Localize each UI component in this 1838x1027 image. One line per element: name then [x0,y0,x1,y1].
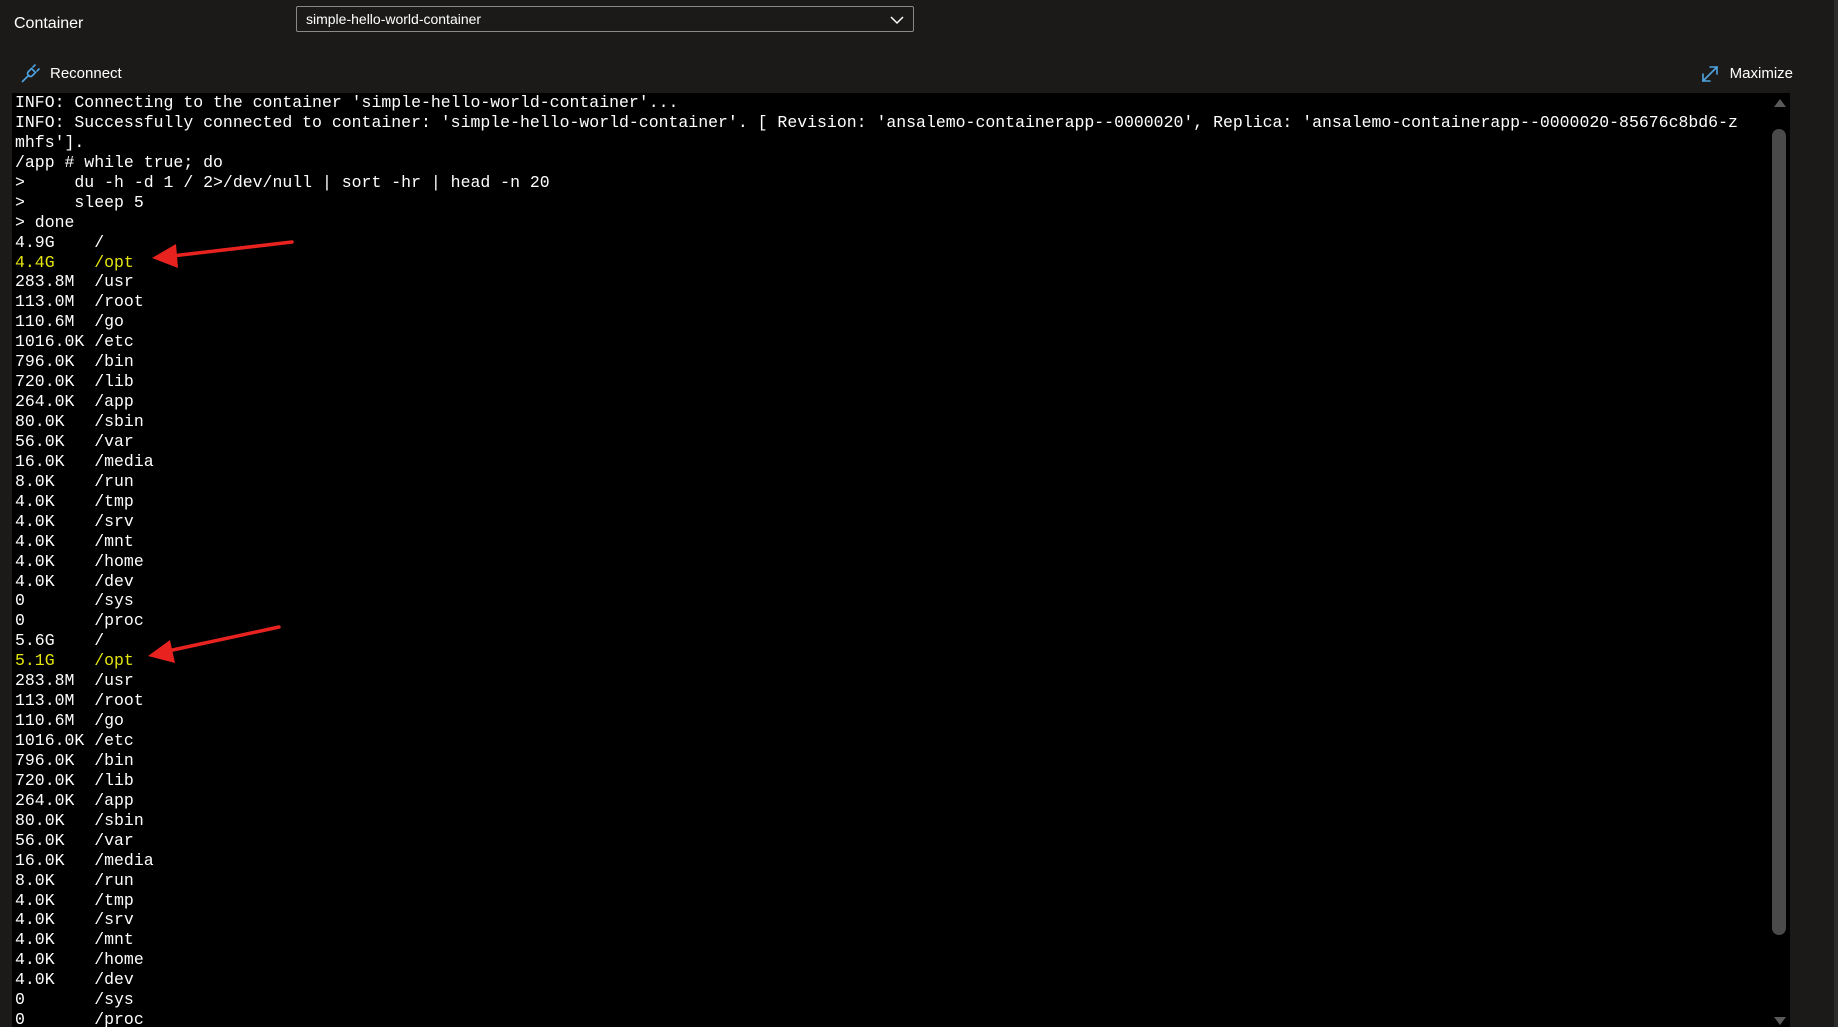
terminal-lines: INFO: Connecting to the container 'simpl… [15,93,1790,1027]
terminal-line-highlighted: 5.1G /opt [15,651,134,671]
terminal-line: 113.0M /root [15,691,144,711]
terminal-line: 1016.0K /etc [15,332,134,352]
scroll-thumb[interactable] [1772,129,1786,935]
terminal-line: 4.0K /srv [15,910,134,930]
container-console-page: Container simple-hello-world-container R… [0,0,1838,1027]
container-select-value: simple-hello-world-container [306,11,482,27]
terminal-line: 283.8M /usr [15,272,134,292]
terminal-line: 8.0K /run [15,870,134,890]
terminal-line: 56.0K /var [15,830,134,850]
terminal-line: 80.0K /sbin [15,412,144,431]
terminal-line: 264.0K /app [15,790,134,810]
terminal-line: 4.0K /tmp [15,890,134,910]
maximize-button[interactable]: Maximize [1700,62,1793,86]
reconnect-button[interactable]: Reconnect [20,62,122,86]
terminal-line: 4.0K /tmp [15,491,134,511]
terminal-line: INFO: Successfully connected to containe… [15,112,1738,132]
terminal-line: 4.0K /dev [15,970,134,990]
terminal-line: 720.0K /lib [15,770,134,790]
terminal-line: 283.8M /usr [15,671,134,691]
terminal-output[interactable]: INFO: Connecting to the container 'simpl… [12,93,1790,1027]
maximize-label: Maximize [1729,65,1793,82]
terminal-line: 4.0K /srv [15,511,134,531]
terminal-line: 8.0K /run [15,471,134,491]
terminal-line: 110.6M /go [15,711,124,731]
terminal-line: 4.0K /home [15,551,144,571]
terminal-line: 56.0K /var [15,431,134,451]
terminal-line: 0 /sys [15,591,134,611]
terminal-line: 5.6G / [15,631,105,651]
terminal-line: 4.9G / [15,232,105,252]
chevron-down-icon [889,13,905,25]
terminal-line: 264.0K /app [15,392,134,412]
terminal-line: 4.0K /mnt [15,531,134,551]
terminal-line: mhfs']. [15,132,85,152]
terminal-line: 720.0K /lib [15,372,134,392]
container-selector-bar: Container simple-hello-world-container [0,0,1838,56]
scroll-up-arrow-icon[interactable] [1774,99,1786,107]
terminal-line: INFO: Connecting to the container 'simpl… [15,93,679,112]
terminal-line: 0 /proc [15,611,144,631]
console-toolbar: Reconnect Maximize [0,56,1838,92]
terminal-line: /app # while true; do [15,152,223,172]
container-label: Container [14,15,84,32]
terminal-line: 1016.0K /etc [15,731,134,750]
terminal-line: > sleep 5 [15,192,144,212]
terminal-line: 4.0K /mnt [15,930,134,950]
terminal-line: 110.6M /go [15,312,124,332]
container-select[interactable]: simple-hello-world-container [296,6,914,32]
terminal-line: 113.0M /root [15,292,144,312]
maximize-icon [1700,64,1720,84]
window-edge [1834,0,1838,1027]
terminal-line: 0 /proc [15,1010,144,1027]
terminal-line: 796.0K /bin [15,352,134,372]
terminal-line: 0 /sys [15,990,134,1010]
terminal-line: 16.0K /media [15,451,154,471]
plug-icon [20,64,40,84]
terminal-line: 4.0K /dev [15,571,134,591]
scroll-down-arrow-icon[interactable] [1774,1017,1786,1025]
terminal-scrollbar[interactable] [1768,93,1790,1027]
reconnect-label: Reconnect [50,65,122,82]
terminal-line: 80.0K /sbin [15,810,144,830]
terminal-line: 16.0K /media [15,850,154,870]
terminal-line: 796.0K /bin [15,750,134,770]
terminal-line: > du -h -d 1 / 2>/dev/null | sort -hr | … [15,172,550,192]
terminal-line: 4.0K /home [15,950,144,970]
terminal-line: > done [15,212,75,232]
terminal-line-highlighted: 4.4G /opt [15,252,134,272]
